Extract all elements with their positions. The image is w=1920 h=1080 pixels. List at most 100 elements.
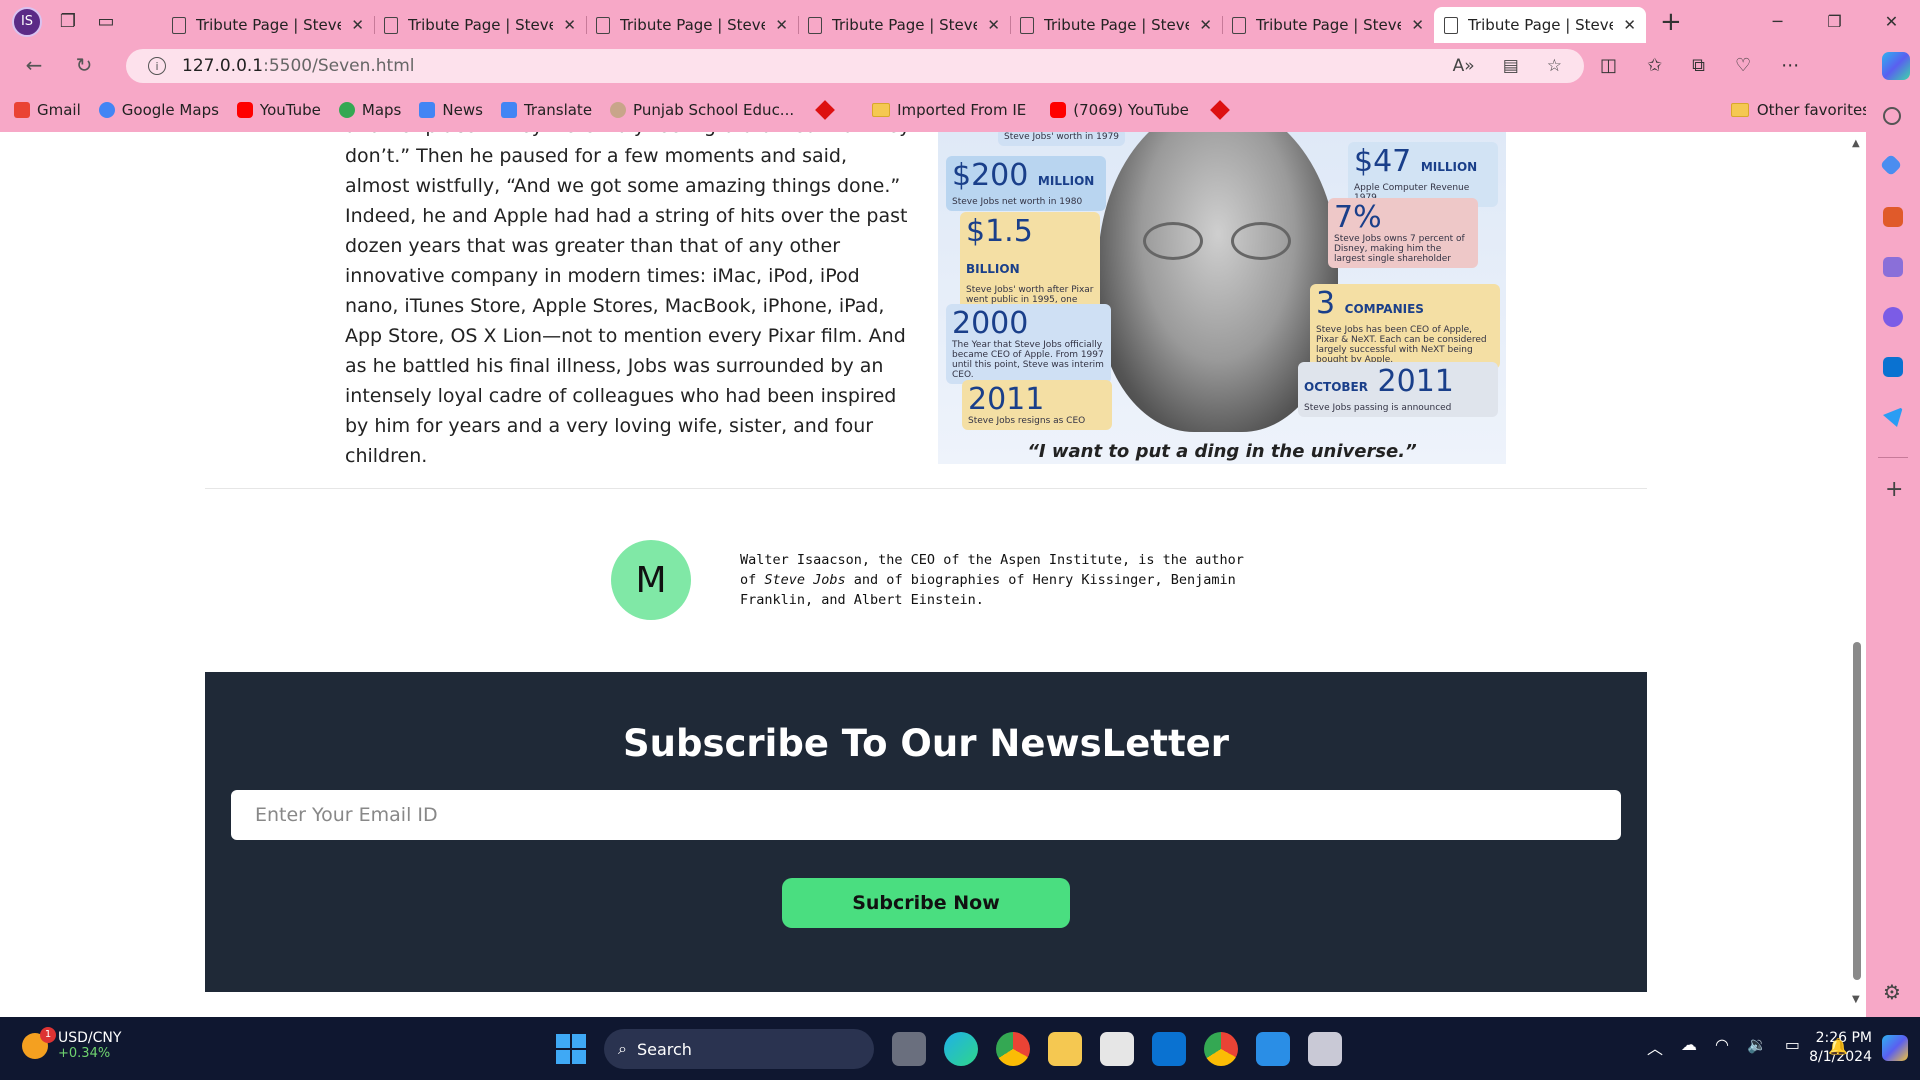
ticker-icon: 1 [22, 1026, 56, 1059]
telegram-icon[interactable] [1883, 407, 1903, 427]
search-icon: ⌕ [618, 1039, 627, 1058]
bookmark-punjab-school[interactable]: Punjab School Educ... [610, 101, 794, 119]
bookmark-label: Imported From IE [897, 100, 1027, 119]
bookmark-label: Translate [523, 100, 593, 119]
copilot-taskbar-icon[interactable] [1882, 1035, 1908, 1061]
browser-tab[interactable]: Tribute Page | Steve ✕ [586, 7, 798, 43]
vscode-app-icon[interactable] [1256, 1032, 1290, 1066]
browser-tab[interactable]: Tribute Page | Steve ✕ [162, 7, 374, 43]
close-tab-icon[interactable]: ✕ [987, 16, 1000, 34]
favorites-icon[interactable]: ✩ [1647, 55, 1662, 76]
restore-button[interactable]: ❐ [1806, 0, 1863, 43]
bookmark-news[interactable]: News [419, 101, 483, 119]
notifications-icon[interactable]: 🔔 [1828, 1037, 1848, 1056]
more-menu-icon[interactable]: ⋯ [1781, 55, 1799, 76]
bookmark-youtube[interactable]: YouTube [236, 100, 321, 119]
file-explorer-icon[interactable] [1048, 1032, 1082, 1066]
scroll-down-icon[interactable]: ▼ [1852, 994, 1860, 1005]
reload-button[interactable]: ↻ [64, 53, 104, 77]
browser-tab[interactable]: Tribute Page | Steve ✕ [1010, 7, 1222, 43]
bookmark-google-maps[interactable]: Google Maps [98, 101, 219, 119]
wifi-icon[interactable]: ◠ [1715, 1035, 1729, 1059]
tab-strip: IS ❐ ▭ Tribute Page | Steve ✕ Tribute Pag… [0, 0, 1920, 43]
stat-card: OCTOBER 2011 Steve Jobs passing is announ… [1298, 362, 1498, 417]
microsoft-365-icon[interactable] [1883, 307, 1903, 327]
tab-title: Tribute Page | Steve [620, 16, 766, 34]
close-tab-icon[interactable]: ✕ [1199, 16, 1212, 34]
start-button[interactable] [556, 1034, 586, 1064]
immersive-reader-icon[interactable]: ▤ [1503, 56, 1519, 76]
collections-icon[interactable]: ⧉ [1692, 55, 1705, 76]
workspaces-icon[interactable]: ❐ [56, 10, 80, 34]
new-tab-button[interactable]: + [1660, 7, 1682, 37]
shopping-tag-icon[interactable] [1879, 153, 1903, 177]
page-scrollbar[interactable]: ▲ ▼ [1848, 132, 1866, 1017]
scroll-up-icon[interactable]: ▲ [1852, 138, 1860, 149]
url-text[interactable]: 127.0.0.1:5500/Seven.html [182, 56, 415, 76]
page-icon [384, 16, 398, 34]
other-favorites[interactable]: Other favorites [1730, 101, 1870, 119]
email-input[interactable] [231, 790, 1621, 840]
read-aloud-icon[interactable]: A» [1453, 56, 1475, 76]
outlook-icon[interactable] [1883, 357, 1903, 377]
add-sidebar-app-icon[interactable]: + [1885, 477, 1903, 502]
bookmark-maps[interactable]: Maps [338, 100, 402, 119]
volume-icon[interactable]: 🔉 [1747, 1035, 1767, 1059]
newsletter-title: Subscribe To Our NewsLetter [622, 722, 1230, 765]
close-tab-icon[interactable]: ✕ [563, 16, 576, 34]
copilot-icon[interactable] [1882, 52, 1910, 80]
bookmark-diamond-icon[interactable] [815, 99, 836, 120]
chrome-profile-app-icon[interactable] [1204, 1032, 1238, 1066]
edge-sidebar: + ⚙ [1866, 87, 1920, 1017]
browser-tab[interactable]: Tribute Page | Steve ✕ [798, 7, 1010, 43]
show-hidden-icons[interactable]: ︿ [1647, 1035, 1663, 1059]
stat-value: 2011 [968, 382, 1045, 417]
bookmark-youtube-count[interactable]: (7069) YouTube [1050, 101, 1189, 119]
scrollbar-thumb[interactable] [1853, 642, 1861, 980]
games-icon[interactable] [1883, 257, 1903, 277]
browser-tab[interactable]: Tribute Page | Steve ✕ [1222, 7, 1434, 43]
tab-actions-icon[interactable]: ▭ [94, 10, 118, 34]
bookmark-diamond-icon[interactable] [1210, 99, 1230, 120]
profile-avatar[interactable]: IS [12, 6, 42, 37]
task-view-icon[interactable] [892, 1032, 926, 1066]
tools-icon[interactable] [1883, 207, 1903, 227]
address-bar[interactable]: i 127.0.0.1:5500/Seven.html A» ▤ ☆ [126, 49, 1584, 83]
close-tab-icon[interactable]: ✕ [775, 16, 788, 34]
folder-icon [872, 102, 891, 117]
snipping-tool-icon[interactable] [1308, 1032, 1342, 1066]
tab-title: Tribute Page | Steve [1468, 16, 1614, 34]
back-button[interactable]: ← [14, 53, 54, 77]
edge-app-icon[interactable] [944, 1032, 978, 1066]
widgets-ticker[interactable]: 1 USD/CNY +0.34% [22, 1026, 121, 1061]
close-tab-icon[interactable]: ✕ [1623, 16, 1636, 34]
search-icon[interactable] [1883, 107, 1901, 125]
youtube-icon [236, 101, 253, 118]
close-tab-icon[interactable]: ✕ [1411, 16, 1424, 34]
split-screen-icon[interactable]: ◫ [1600, 55, 1617, 76]
bookmark-folder-imported[interactable]: Imported From IE [872, 101, 1026, 119]
bookmark-gmail[interactable]: Gmail [14, 101, 81, 119]
sidebar-settings-icon[interactable]: ⚙ [1883, 980, 1901, 1004]
browser-tab[interactable]: Tribute Page | Steve ✕ [374, 7, 586, 43]
favorite-star-icon[interactable]: ☆ [1547, 56, 1562, 76]
bookmark-label: YouTube [259, 100, 321, 119]
bookmark-translate[interactable]: Translate [500, 100, 593, 119]
onedrive-icon[interactable]: ☁ [1681, 1035, 1697, 1059]
outlook-app-icon[interactable] [1152, 1032, 1186, 1066]
folder-icon [1730, 102, 1749, 117]
browser-essentials-icon[interactable]: ♡ [1735, 55, 1751, 76]
close-tab-icon[interactable]: ✕ [351, 16, 364, 34]
close-window-button[interactable]: ✕ [1863, 0, 1920, 43]
store-app-icon[interactable] [1100, 1032, 1134, 1066]
browser-tab-active[interactable]: Tribute Page | Steve ✕ [1434, 7, 1646, 43]
minimize-button[interactable]: ─ [1749, 0, 1806, 43]
chrome-app-icon[interactable] [996, 1032, 1030, 1066]
site-info-icon[interactable]: i [148, 57, 166, 75]
battery-icon[interactable]: ▭ [1785, 1035, 1800, 1059]
steve-jobs-infographic: Steve Jobs' worth in 1979 $200 MILLION St… [938, 132, 1506, 464]
translate-icon [500, 101, 517, 118]
subscribe-button[interactable]: Subcribe Now [782, 878, 1070, 928]
bookmark-label: Maps [361, 100, 402, 119]
taskbar-search[interactable]: ⌕ Search [604, 1029, 874, 1069]
